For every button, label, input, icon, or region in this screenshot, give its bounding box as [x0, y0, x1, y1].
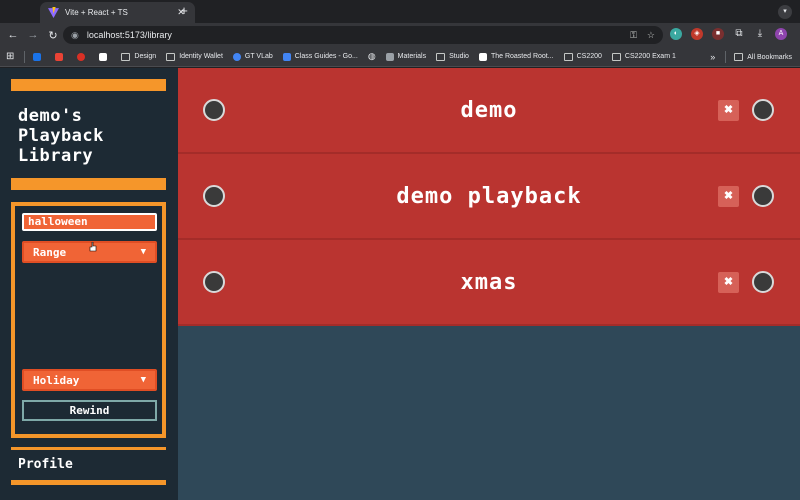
bookmark-roasted-root[interactable]: The Roasted Root...: [478, 52, 554, 61]
menu-dots-icon[interactable]: ⋮: [796, 28, 800, 40]
bottom-accent-bar: [11, 480, 166, 485]
outlook-bookmark-icon[interactable]: [33, 52, 45, 61]
apps-grid-icon[interactable]: ⊞: [6, 51, 14, 62]
holiday-select-label: Holiday: [33, 373, 80, 387]
folder-icon: [734, 53, 744, 61]
chevron-down-icon: ▼: [140, 247, 146, 257]
folder-icon: [611, 52, 621, 61]
folder-icon: [563, 52, 573, 61]
page-title: demo's Playback Library: [18, 106, 104, 166]
back-icon[interactable]: ←: [3, 29, 23, 41]
browser-toolbar: ← → ↻ ◉ localhost:5173/library ⚿ ☆ ◐ ◈ ■…: [0, 23, 800, 47]
more-bookmarks-icon[interactable]: »: [710, 52, 715, 62]
forward-icon[interactable]: →: [23, 29, 43, 41]
browser-tab[interactable]: Vite + React + TS ✕: [40, 2, 195, 23]
globe-bookmark-icon[interactable]: ◍: [368, 51, 376, 62]
docs-icon: [282, 52, 291, 61]
bookmarks-bar: ⊞ Design Identity Wallet GT VLab Class G…: [0, 47, 800, 67]
list-item[interactable]: demo ✖: [178, 68, 800, 154]
folder-icon: [166, 52, 176, 61]
extension-icon[interactable]: ◐: [670, 28, 682, 40]
bookmark-identity-wallet[interactable]: Identity Wallet: [166, 52, 223, 61]
chevron-down-icon: ▼: [140, 375, 146, 385]
bookmark-cs2200-exam[interactable]: CS2200 Exam 1: [611, 52, 676, 61]
vite-logo-icon: [48, 7, 59, 18]
list-item[interactable]: demo playback ✖: [178, 154, 800, 240]
reel-knob-icon: [752, 185, 774, 207]
bookmark-studio[interactable]: Studio: [436, 52, 469, 61]
gmail-bookmark-icon[interactable]: [55, 52, 67, 61]
amazon-bookmark-icon[interactable]: [99, 52, 111, 61]
new-tab-button[interactable]: +: [177, 4, 191, 18]
bookmark-gt-vlab[interactable]: GT VLab: [232, 52, 273, 61]
folder-icon: [436, 52, 446, 61]
top-accent-bar: [11, 79, 166, 91]
site-info-icon[interactable]: ◉: [71, 30, 79, 41]
extension-icon[interactable]: ■: [712, 28, 724, 40]
avatar[interactable]: A: [775, 28, 787, 40]
title-accent-bar: [11, 178, 166, 190]
bookmarks-right: » All Bookmarks: [710, 51, 792, 63]
all-bookmarks-button[interactable]: All Bookmarks: [734, 53, 792, 61]
bookmark-design[interactable]: Design: [121, 52, 156, 61]
roasted-root-icon: [478, 52, 487, 61]
extension-icon[interactable]: ◈: [691, 28, 703, 40]
url-text[interactable]: localhost:5173/library: [87, 30, 620, 40]
tab-search-icon[interactable]: ▾: [778, 5, 792, 19]
hand-cursor-icon: [89, 242, 97, 252]
bookmark-class-guides[interactable]: Class Guides - Go...: [282, 52, 358, 61]
tab-strip: Vite + React + TS ✕ + ▾: [0, 0, 800, 23]
holiday-select[interactable]: Holiday ▼: [22, 369, 157, 391]
delete-icon[interactable]: ✖: [718, 186, 739, 207]
delete-icon[interactable]: ✖: [718, 272, 739, 293]
puzzle-icon[interactable]: ⧉: [733, 28, 745, 40]
bookmark-materials[interactable]: Materials: [385, 52, 426, 61]
rewind-button[interactable]: Rewind: [22, 400, 157, 421]
bookmark-cs2200[interactable]: CS2200: [563, 52, 602, 61]
playback-name[interactable]: demo playback: [178, 184, 800, 209]
sidebar: demo's Playback Library halloween Range …: [0, 68, 178, 500]
list-item[interactable]: xmas ✖: [178, 240, 800, 326]
reel-knob-icon: [752, 271, 774, 293]
profile-link[interactable]: Profile: [18, 457, 73, 472]
bookmark-star-icon[interactable]: ☆: [647, 30, 655, 41]
extensions-area: ◐ ◈ ■ ⧉ ⤓ A ⋮: [670, 28, 800, 40]
address-bar[interactable]: ◉ localhost:5173/library ⚿ ☆: [63, 26, 663, 44]
divider: [24, 50, 26, 63]
filter-panel: halloween Range ▼ Holiday ▼ Rewind: [11, 202, 166, 438]
download-icon[interactable]: ⤓: [754, 28, 766, 40]
delete-icon[interactable]: ✖: [718, 100, 739, 121]
profile-divider: [11, 447, 166, 450]
search-input[interactable]: halloween: [22, 213, 157, 231]
reel-knob-icon: [752, 99, 774, 121]
divider: [725, 51, 727, 63]
folder-icon: [121, 52, 131, 61]
playback-name[interactable]: xmas: [178, 270, 800, 295]
playback-name[interactable]: demo: [178, 98, 800, 123]
tab-title: Vite + React + TS: [65, 8, 128, 17]
materials-icon: [385, 52, 394, 61]
reload-icon[interactable]: ↻: [43, 29, 63, 42]
gt-icon: [232, 52, 241, 61]
settings-bookmark-icon[interactable]: [77, 52, 89, 61]
password-key-icon[interactable]: ⚿: [630, 30, 637, 41]
app-root: demo's Playback Library halloween Range …: [0, 68, 800, 500]
range-select-label: Range: [33, 245, 67, 259]
playback-list: demo ✖ demo playback ✖ xmas ✖: [178, 68, 800, 326]
